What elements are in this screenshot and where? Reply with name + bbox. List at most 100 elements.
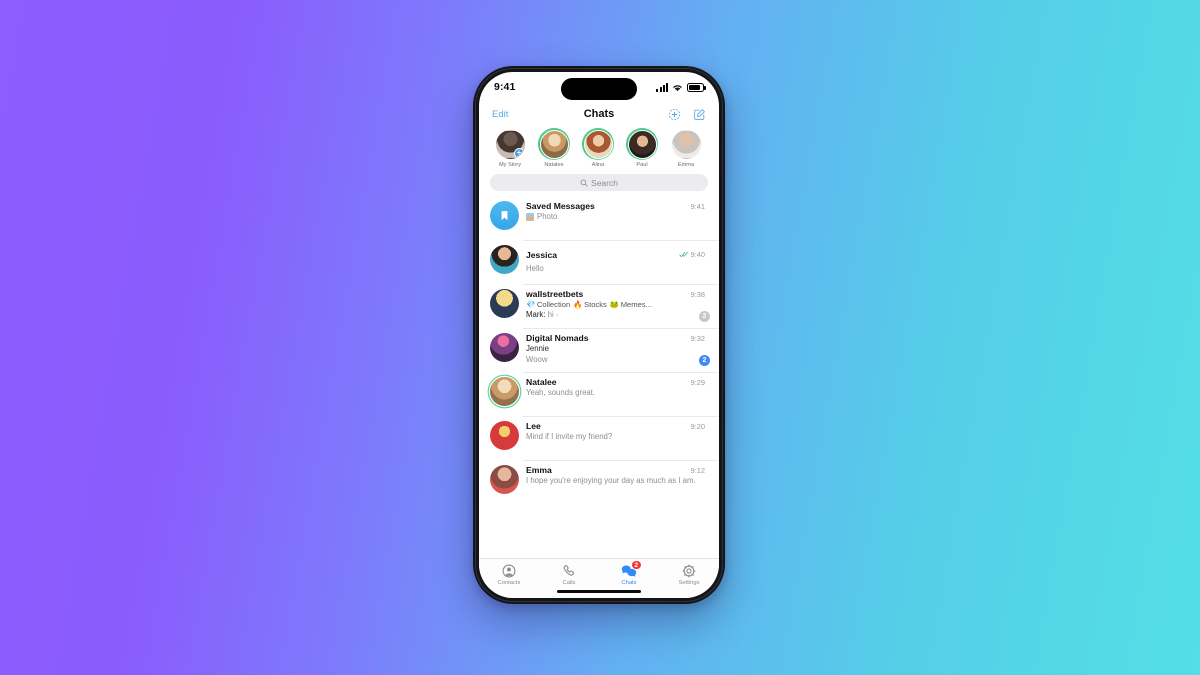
chat-preview: I hope you're enjoying your day as much … bbox=[526, 476, 705, 487]
story-ring bbox=[670, 128, 702, 160]
topic-label: Stocks bbox=[584, 300, 607, 309]
stories-carousel[interactable]: + My Story Natalee Alina Paul Emma bbox=[479, 126, 719, 174]
tab-contacts[interactable]: Contacts bbox=[479, 563, 539, 586]
chat-time: 9:40 bbox=[690, 249, 705, 259]
tab-label: Calls bbox=[562, 580, 576, 586]
chat-preview-sender: Mark: bbox=[526, 310, 546, 320]
chat-name: Digital Nomads bbox=[526, 333, 589, 343]
unread-badge: 2 bbox=[699, 355, 710, 366]
home-indicator[interactable] bbox=[557, 589, 641, 593]
search-input[interactable]: Search bbox=[490, 174, 708, 191]
chat-row-emma[interactable]: Emma 9:12 I hope you're enjoying your da… bbox=[479, 460, 719, 504]
chat-topics[interactable]: 💎 Collection 🔥 Stocks 🐸 Memes... bbox=[526, 300, 705, 310]
story-item-natalee[interactable]: Natalee bbox=[537, 128, 571, 168]
chat-time: 9:38 bbox=[690, 290, 705, 299]
iphone-device-frame: 9:41 Edit Chats + My Story Natalee Alina… bbox=[473, 66, 725, 604]
chat-preview-text: Hello bbox=[526, 264, 544, 273]
chat-row-wallstreetbets[interactable]: wallstreetbets 9:38 💎 Collection 🔥 Stock… bbox=[479, 284, 719, 328]
chat-time: 9:29 bbox=[690, 378, 705, 387]
chat-time: 9:20 bbox=[690, 422, 705, 431]
chat-name: Jessica bbox=[526, 250, 558, 260]
chat-name: Natalee bbox=[526, 377, 557, 387]
chat-list[interactable]: Saved Messages 9:41 Photo Jessica 9:40 H… bbox=[479, 196, 719, 558]
frog-icon: 🐸 bbox=[609, 300, 620, 310]
chat-preview: Hello bbox=[526, 264, 705, 275]
chat-name: Lee bbox=[526, 421, 541, 431]
story-item-alina[interactable]: Alina bbox=[581, 128, 615, 168]
chat-time: 9:32 bbox=[690, 334, 705, 343]
gear-icon bbox=[659, 563, 719, 579]
tab-label: Chats bbox=[621, 580, 637, 586]
person-icon bbox=[479, 563, 539, 579]
chat-time: 9:12 bbox=[690, 466, 705, 475]
add-story-icon[interactable] bbox=[668, 108, 681, 121]
avatar-digital-nomads bbox=[490, 333, 519, 362]
chat-preview: Mark: hi › bbox=[526, 310, 705, 319]
chat-row-jessica[interactable]: Jessica 9:40 Hello bbox=[479, 240, 719, 284]
chat-preview-text: Yeah, sounds great. bbox=[526, 388, 596, 397]
story-ring: + bbox=[494, 128, 526, 160]
avatar-wallstreetbets bbox=[490, 289, 519, 318]
story-ring bbox=[582, 128, 614, 160]
story-item-my-story[interactable]: + My Story bbox=[493, 128, 527, 168]
chat-preview-text: Photo bbox=[537, 212, 558, 221]
chat-preview: Yeah, sounds great. bbox=[526, 388, 705, 399]
avatar-jessica bbox=[490, 245, 519, 274]
topic-memes[interactable]: 🐸 Memes... bbox=[610, 300, 652, 310]
avatar-lee bbox=[490, 421, 519, 450]
status-bar-indicators bbox=[656, 82, 706, 92]
add-story-badge[interactable]: + bbox=[513, 147, 524, 158]
chat-preview-text: hi bbox=[547, 310, 554, 320]
chat-row-saved-messages[interactable]: Saved Messages 9:41 Photo bbox=[479, 196, 719, 240]
dynamic-island bbox=[561, 78, 637, 100]
chat-row-natalee[interactable]: Natalee 9:29 Yeah, sounds great. bbox=[479, 372, 719, 416]
chat-preview-sender: Jennie bbox=[526, 344, 549, 353]
avatar bbox=[627, 129, 657, 159]
avatar bbox=[583, 129, 613, 159]
story-label: Alina bbox=[591, 162, 605, 168]
chat-row-digital-nomads[interactable]: Digital Nomads 9:32 Jennie Woow 2 bbox=[479, 328, 719, 372]
topic-label: Memes... bbox=[620, 300, 652, 309]
avatar bbox=[539, 129, 569, 159]
edit-button[interactable]: Edit bbox=[492, 109, 508, 120]
story-label: Natalee bbox=[544, 162, 564, 168]
tab-settings[interactable]: Settings bbox=[659, 563, 719, 586]
tab-label: Contacts bbox=[497, 580, 521, 586]
photo-thumbnail-icon bbox=[526, 213, 534, 222]
topic-stocks[interactable]: 🔥 Stocks bbox=[573, 300, 607, 310]
topic-collection[interactable]: 💎 Collection bbox=[526, 300, 570, 310]
story-item-paul[interactable]: Paul bbox=[625, 128, 659, 168]
search-bar-container: Search bbox=[479, 174, 719, 196]
chat-preview: Mind if I invite my friend? bbox=[526, 432, 705, 443]
chat-name: wallstreetbets bbox=[526, 289, 584, 299]
tab-label: Settings bbox=[678, 580, 700, 586]
tab-calls[interactable]: Calls bbox=[539, 563, 599, 586]
phone-screen: 9:41 Edit Chats + My Story Natalee Alina… bbox=[479, 72, 719, 598]
fire-icon: 🔥 bbox=[573, 300, 583, 310]
compose-icon[interactable] bbox=[693, 108, 706, 121]
chat-preview-text: Mind if I invite my friend? bbox=[526, 432, 613, 441]
gem-icon: 💎 bbox=[526, 300, 536, 310]
chat-time: 9:41 bbox=[690, 202, 705, 211]
chevron-right-icon: › bbox=[555, 312, 559, 320]
phone-icon bbox=[539, 563, 599, 579]
status-bar-time: 9:41 bbox=[494, 81, 516, 93]
avatar: + bbox=[495, 129, 525, 159]
story-item-emma[interactable]: Emma bbox=[669, 128, 703, 168]
tab-chats[interactable]: 2 Chats bbox=[599, 560, 659, 586]
story-ring bbox=[538, 128, 570, 160]
chat-row-lee[interactable]: Lee 9:20 Mind if I invite my friend? bbox=[479, 416, 719, 460]
avatar-natalee[interactable] bbox=[490, 377, 519, 406]
search-placeholder: Search bbox=[591, 177, 618, 188]
battery-icon bbox=[687, 82, 706, 92]
chat-preview: Woow bbox=[526, 355, 705, 364]
chat-preview-text: Woow bbox=[526, 354, 548, 364]
chat-preview: Photo bbox=[526, 212, 705, 223]
avatar-emma bbox=[490, 465, 519, 494]
cellular-bars-icon bbox=[656, 82, 668, 92]
chat-name: Emma bbox=[526, 465, 552, 475]
search-icon bbox=[580, 179, 588, 187]
chat-preview-sender-line: Jennie bbox=[526, 344, 705, 355]
story-label: My Story bbox=[498, 162, 522, 168]
status-bar: 9:41 bbox=[479, 72, 719, 102]
